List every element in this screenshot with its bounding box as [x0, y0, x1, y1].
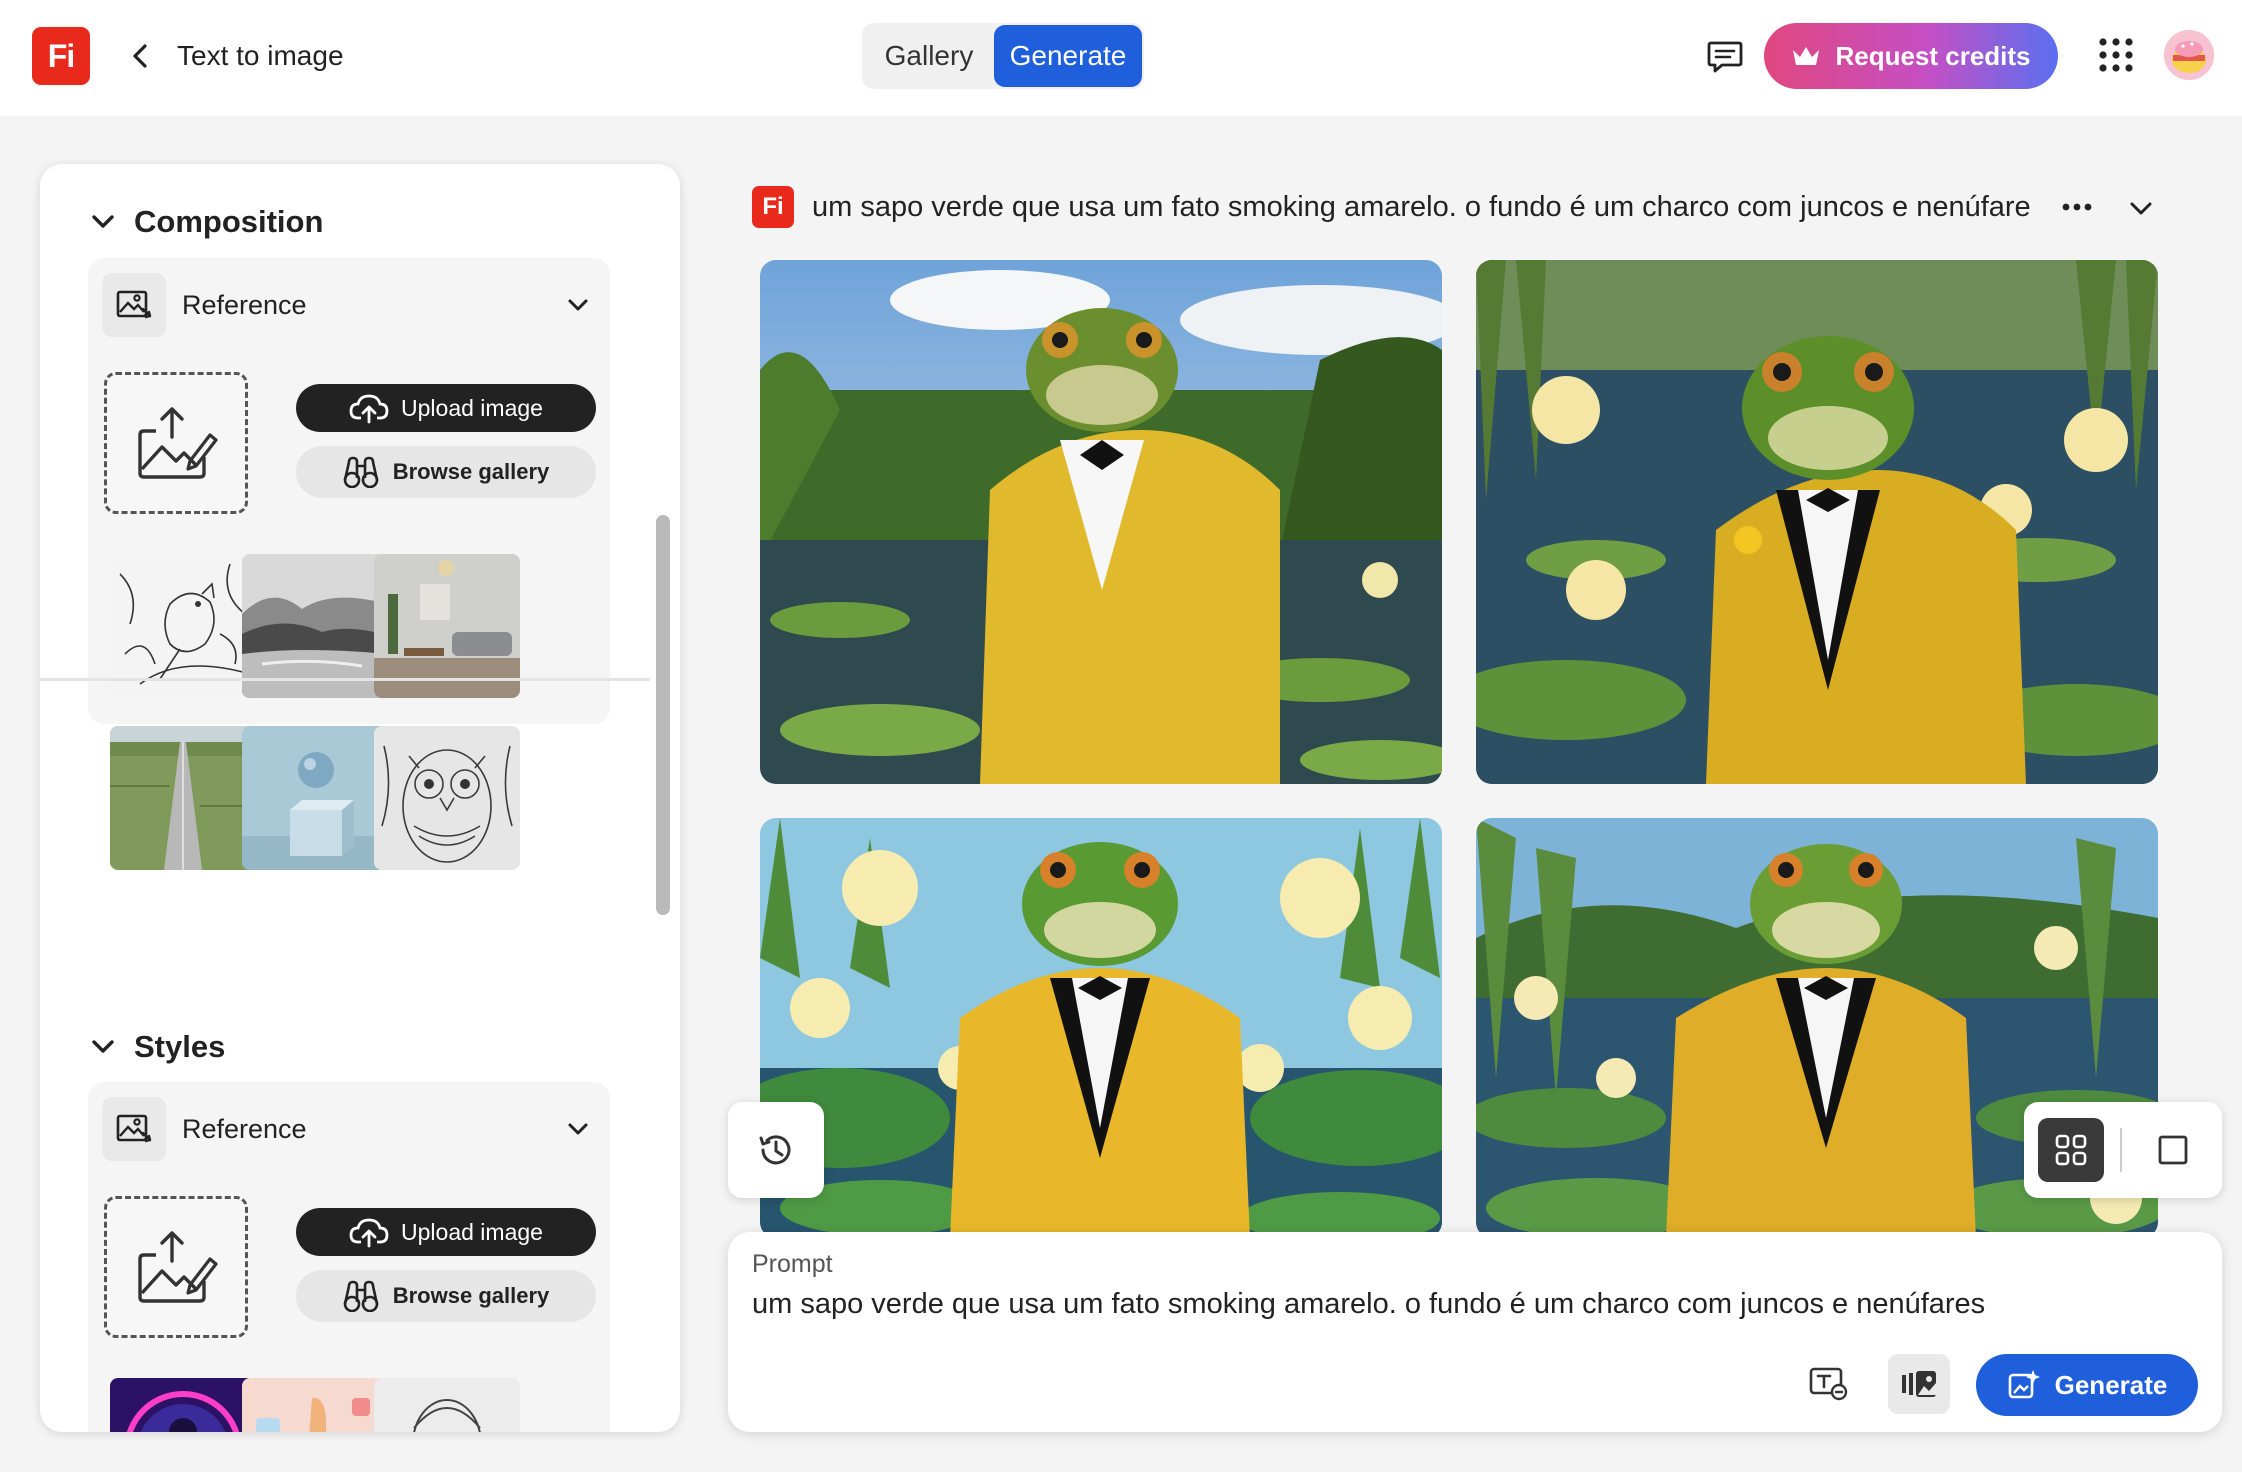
- composition-drop-zone[interactable]: [104, 372, 248, 514]
- top-bar: Fi Text to image Gallery Generate Reques…: [0, 0, 2242, 116]
- upload-image-label: Upload image: [401, 1218, 543, 1245]
- request-credits-button[interactable]: Request credits: [1764, 23, 2058, 89]
- styles-thumbnail-pastel-hand[interactable]: [242, 1378, 388, 1432]
- crown-icon: [1793, 47, 1820, 65]
- view-toggle: [2024, 1102, 2222, 1198]
- cloud-upload-icon: [349, 1218, 389, 1248]
- composition-card: Reference Upload image Browse gallery: [88, 258, 610, 870]
- chevron-down-icon: [92, 215, 114, 228]
- chevron-down-icon: [92, 1040, 114, 1053]
- chevron-left-icon: [133, 44, 147, 68]
- feedback-chat-icon[interactable]: [1704, 36, 1746, 78]
- grid-view-button[interactable]: [2038, 1118, 2104, 1182]
- apps-grid-icon[interactable]: [2098, 37, 2134, 73]
- image-upload-icon: [138, 407, 218, 479]
- reference-image-icon: [102, 273, 166, 337]
- generate-label: Generate: [2054, 1369, 2168, 1400]
- prompt-input[interactable]: um sapo verde que usa um fato smoking am…: [752, 1288, 1985, 1321]
- binoculars-icon: [343, 456, 379, 488]
- chevron-down-icon[interactable]: [2124, 194, 2158, 224]
- firefly-mini-logo: Fi: [752, 186, 794, 228]
- generated-image-3[interactable]: [760, 818, 1442, 1238]
- tab-generate[interactable]: Generate: [994, 25, 1142, 87]
- text-settings-icon[interactable]: [1806, 1360, 1852, 1406]
- styles-title: Styles: [134, 1029, 226, 1064]
- composition-reference-selector[interactable]: Reference: [102, 272, 596, 338]
- image-upload-icon: [138, 1231, 218, 1303]
- page-title: Text to image: [177, 40, 344, 71]
- section-divider: [40, 678, 650, 681]
- user-avatar[interactable]: [2164, 30, 2214, 80]
- reference-image-icon: [102, 1097, 166, 1161]
- mode-switcher: Gallery Generate: [862, 23, 1144, 89]
- styles-reference-selector[interactable]: Reference: [102, 1096, 596, 1162]
- prompt-panel: Prompt um sapo verde que usa um fato smo…: [728, 1232, 2222, 1432]
- history-button[interactable]: [728, 1102, 824, 1198]
- panel-scrollbar[interactable]: [656, 515, 670, 915]
- cloud-upload-icon: [349, 394, 389, 424]
- composition-thumbnail-misty-mountain-lake[interactable]: [242, 554, 388, 698]
- chevron-down-icon: [560, 287, 596, 323]
- composition-reference-label: Reference: [182, 289, 307, 320]
- back-button[interactable]: [122, 36, 158, 76]
- composition-upload-image-button[interactable]: Upload image: [296, 384, 596, 432]
- more-options-icon[interactable]: [2060, 192, 2094, 222]
- tab-gallery[interactable]: Gallery: [864, 25, 994, 87]
- composition-thumbnail-aerial-road-fields[interactable]: [110, 726, 256, 870]
- composition-thumbnail-line-art-owl[interactable]: [374, 726, 520, 870]
- browse-gallery-label: Browse gallery: [392, 459, 550, 484]
- composition-thumbnail-line-art-bird[interactable]: [110, 554, 256, 698]
- firefly-logo[interactable]: Fi: [32, 27, 90, 85]
- generated-image-2[interactable]: [1476, 260, 2158, 784]
- toggle-separator: [2120, 1128, 2122, 1172]
- history-icon: [759, 1135, 791, 1165]
- composition-section-header[interactable]: Composition: [90, 204, 323, 240]
- styles-upload-image-button[interactable]: Upload image: [296, 1208, 596, 1256]
- generation-header: Fi um sapo verde que usa um fato smoking…: [752, 186, 2031, 228]
- styles-thumbnail-neon-portrait[interactable]: [110, 1378, 256, 1432]
- single-view-icon: [2158, 1135, 2188, 1165]
- prompt-label: Prompt: [752, 1250, 833, 1278]
- composition-browse-gallery-button[interactable]: Browse gallery: [296, 446, 596, 498]
- composition-title: Composition: [134, 204, 324, 239]
- generation-prompt-title: um sapo verde que usa um fato smoking am…: [812, 190, 2031, 223]
- styles-section-header[interactable]: Styles: [90, 1029, 225, 1065]
- grid-view-icon: [2055, 1134, 2087, 1166]
- request-credits-label: Request credits: [1835, 40, 2031, 71]
- styles-thumbnail-sketch-portrait[interactable]: [374, 1378, 520, 1432]
- composition-thumbnail-living-room-interior[interactable]: [374, 554, 520, 698]
- chevron-down-icon: [560, 1111, 596, 1147]
- generate-sparkle-icon: [2008, 1370, 2040, 1399]
- styles-card: Reference Upload image Browse gallery: [88, 1082, 610, 1432]
- generate-button[interactable]: Generate: [1976, 1354, 2198, 1416]
- styles-drop-zone[interactable]: [104, 1196, 248, 1338]
- composition-thumbnail-sphere-on-cube[interactable]: [242, 726, 388, 870]
- styles-browse-gallery-button[interactable]: Browse gallery: [296, 1270, 596, 1322]
- single-view-button[interactable]: [2140, 1118, 2206, 1182]
- generated-image-1[interactable]: [760, 260, 1442, 784]
- binoculars-icon: [343, 1280, 379, 1312]
- styles-reference-label: Reference: [182, 1113, 307, 1144]
- content-type-icon[interactable]: [1888, 1354, 1950, 1414]
- browse-gallery-label: Browse gallery: [392, 1283, 550, 1308]
- settings-panel: Composition Reference Upload image Brows…: [40, 164, 680, 1432]
- upload-image-label: Upload image: [401, 394, 543, 421]
